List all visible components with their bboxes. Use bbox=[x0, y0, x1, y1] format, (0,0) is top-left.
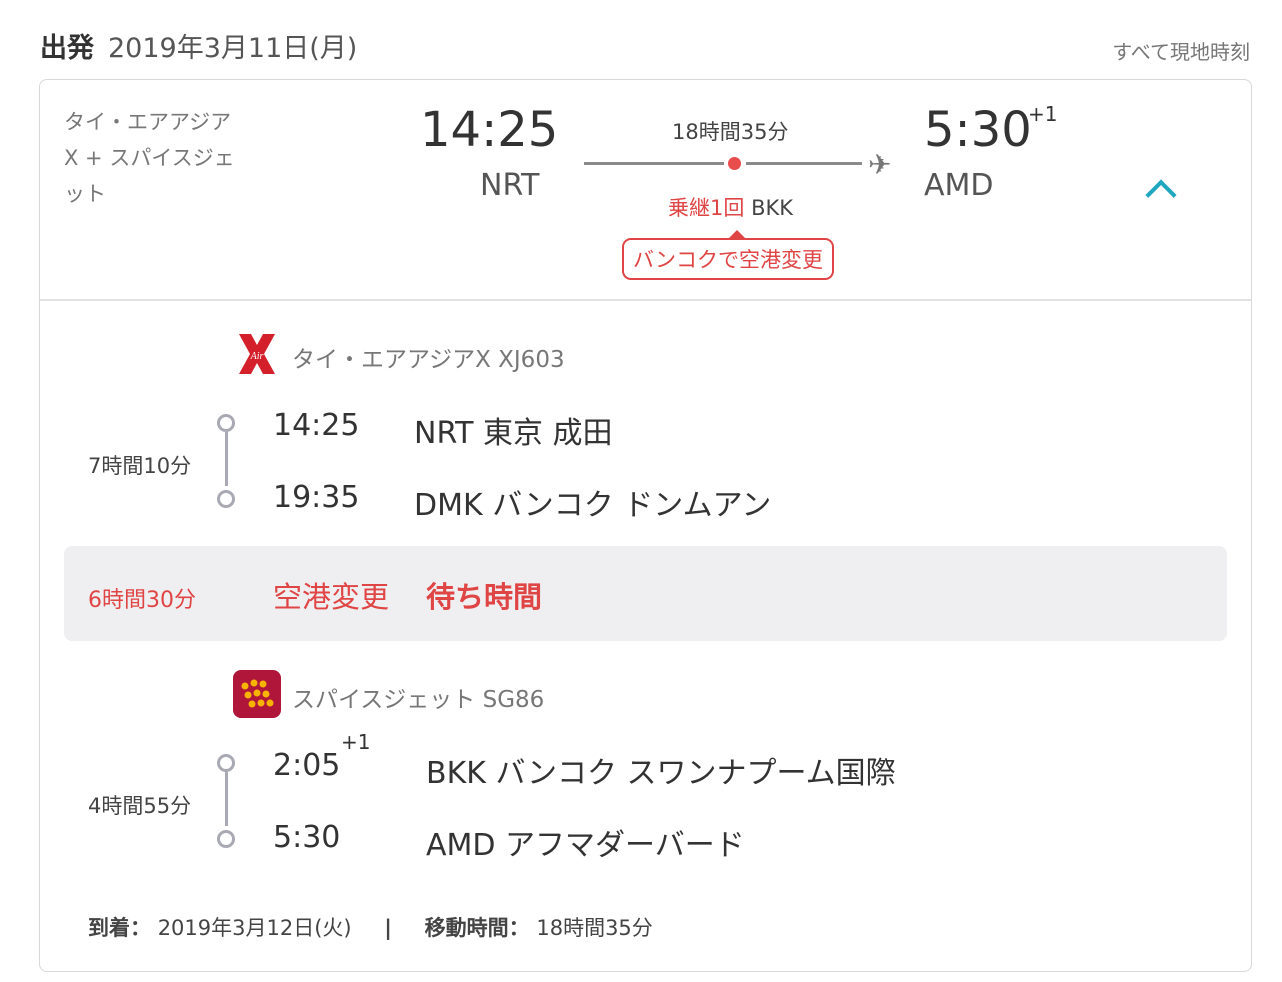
summary-arrival-time: 5:30 bbox=[924, 102, 1032, 158]
segment-departure-airport: BKK バンコク スワンナプーム国際 bbox=[426, 756, 896, 791]
departure-header-label: 出発 bbox=[40, 33, 94, 64]
stops-count: 乗継1回 bbox=[668, 196, 745, 220]
summary-departure-time: 14:25 bbox=[420, 102, 559, 158]
route-line bbox=[584, 162, 724, 165]
itinerary-card: タイ・エアアジアX + スパイスジェット 14:25 NRT 18時間35分 ✈… bbox=[39, 79, 1252, 972]
travel-time: 18時間35分 bbox=[536, 916, 653, 940]
departure-day-offset: +1 bbox=[341, 730, 371, 754]
timeline-dot bbox=[217, 754, 235, 772]
segment-flight-name: スパイスジェット SG86 bbox=[292, 687, 545, 713]
timeline-dot bbox=[217, 830, 235, 848]
airasia-x-logo: Air bbox=[233, 330, 281, 378]
layover-duration: 6時間30分 bbox=[88, 588, 196, 613]
segment-arrival-time: 19:35 bbox=[273, 480, 360, 515]
timeline-line bbox=[225, 772, 228, 826]
arrival-summary-footer: 到着： 2019年3月12日(火) | 移動時間： 18時間35分 bbox=[88, 912, 653, 942]
stop-dot bbox=[728, 157, 741, 170]
stop-airport-code: BKK bbox=[751, 196, 794, 220]
timeline-line bbox=[225, 432, 228, 486]
segment-duration: 4時間55分 bbox=[88, 794, 192, 818]
stops-info: 乗継1回 BKK bbox=[668, 192, 793, 222]
segment-arrival-airport: DMK バンコク ドンムアン bbox=[414, 488, 772, 523]
segment-departure-time: 14:25 bbox=[273, 408, 360, 443]
segment-duration: 7時間10分 bbox=[88, 454, 192, 478]
svg-text:Air: Air bbox=[250, 351, 264, 362]
wait-time-label: 待ち時間 bbox=[426, 580, 543, 614]
summary-arrival-code: AMD bbox=[924, 168, 994, 203]
summary-departure-code: NRT bbox=[480, 168, 540, 203]
layover-panel: 6時間30分 空港変更 待ち時間 bbox=[64, 546, 1227, 641]
footer-separator: | bbox=[384, 916, 392, 940]
segment-arrival-time: 5:30 bbox=[273, 820, 341, 855]
segment-arrival-airport: AMD アフマダーバード bbox=[426, 828, 745, 863]
plane-icon: ✈ bbox=[868, 148, 892, 181]
divider bbox=[40, 299, 1251, 301]
segment-departure-airport: NRT 東京 成田 bbox=[414, 416, 613, 451]
carrier-names: タイ・エアアジアX + スパイスジェット bbox=[64, 110, 235, 206]
airport-change-label: 空港変更 bbox=[273, 580, 390, 614]
arrival-label: 到着： bbox=[88, 916, 151, 940]
route-line bbox=[746, 162, 862, 165]
timeline-dot bbox=[217, 490, 235, 508]
chevron-up-icon[interactable] bbox=[1145, 179, 1177, 211]
spicejet-logo bbox=[233, 670, 281, 718]
arrival-date: 2019年3月12日(火) bbox=[157, 916, 352, 940]
segment-flight-name: タイ・エアアジアX XJ603 bbox=[292, 347, 565, 373]
airport-change-badge: バンコクで空港変更 bbox=[622, 230, 835, 280]
segment-departure-time: 2:05 bbox=[273, 748, 341, 783]
arrival-day-offset: +1 bbox=[1028, 102, 1058, 126]
timeline-dot bbox=[217, 414, 235, 432]
departure-date: 2019年3月11日(月) bbox=[108, 33, 358, 64]
local-time-note: すべて現地時刻 bbox=[1112, 40, 1250, 64]
summary-duration: 18時間35分 bbox=[672, 120, 789, 144]
travel-time-label: 移動時間： bbox=[424, 916, 530, 940]
